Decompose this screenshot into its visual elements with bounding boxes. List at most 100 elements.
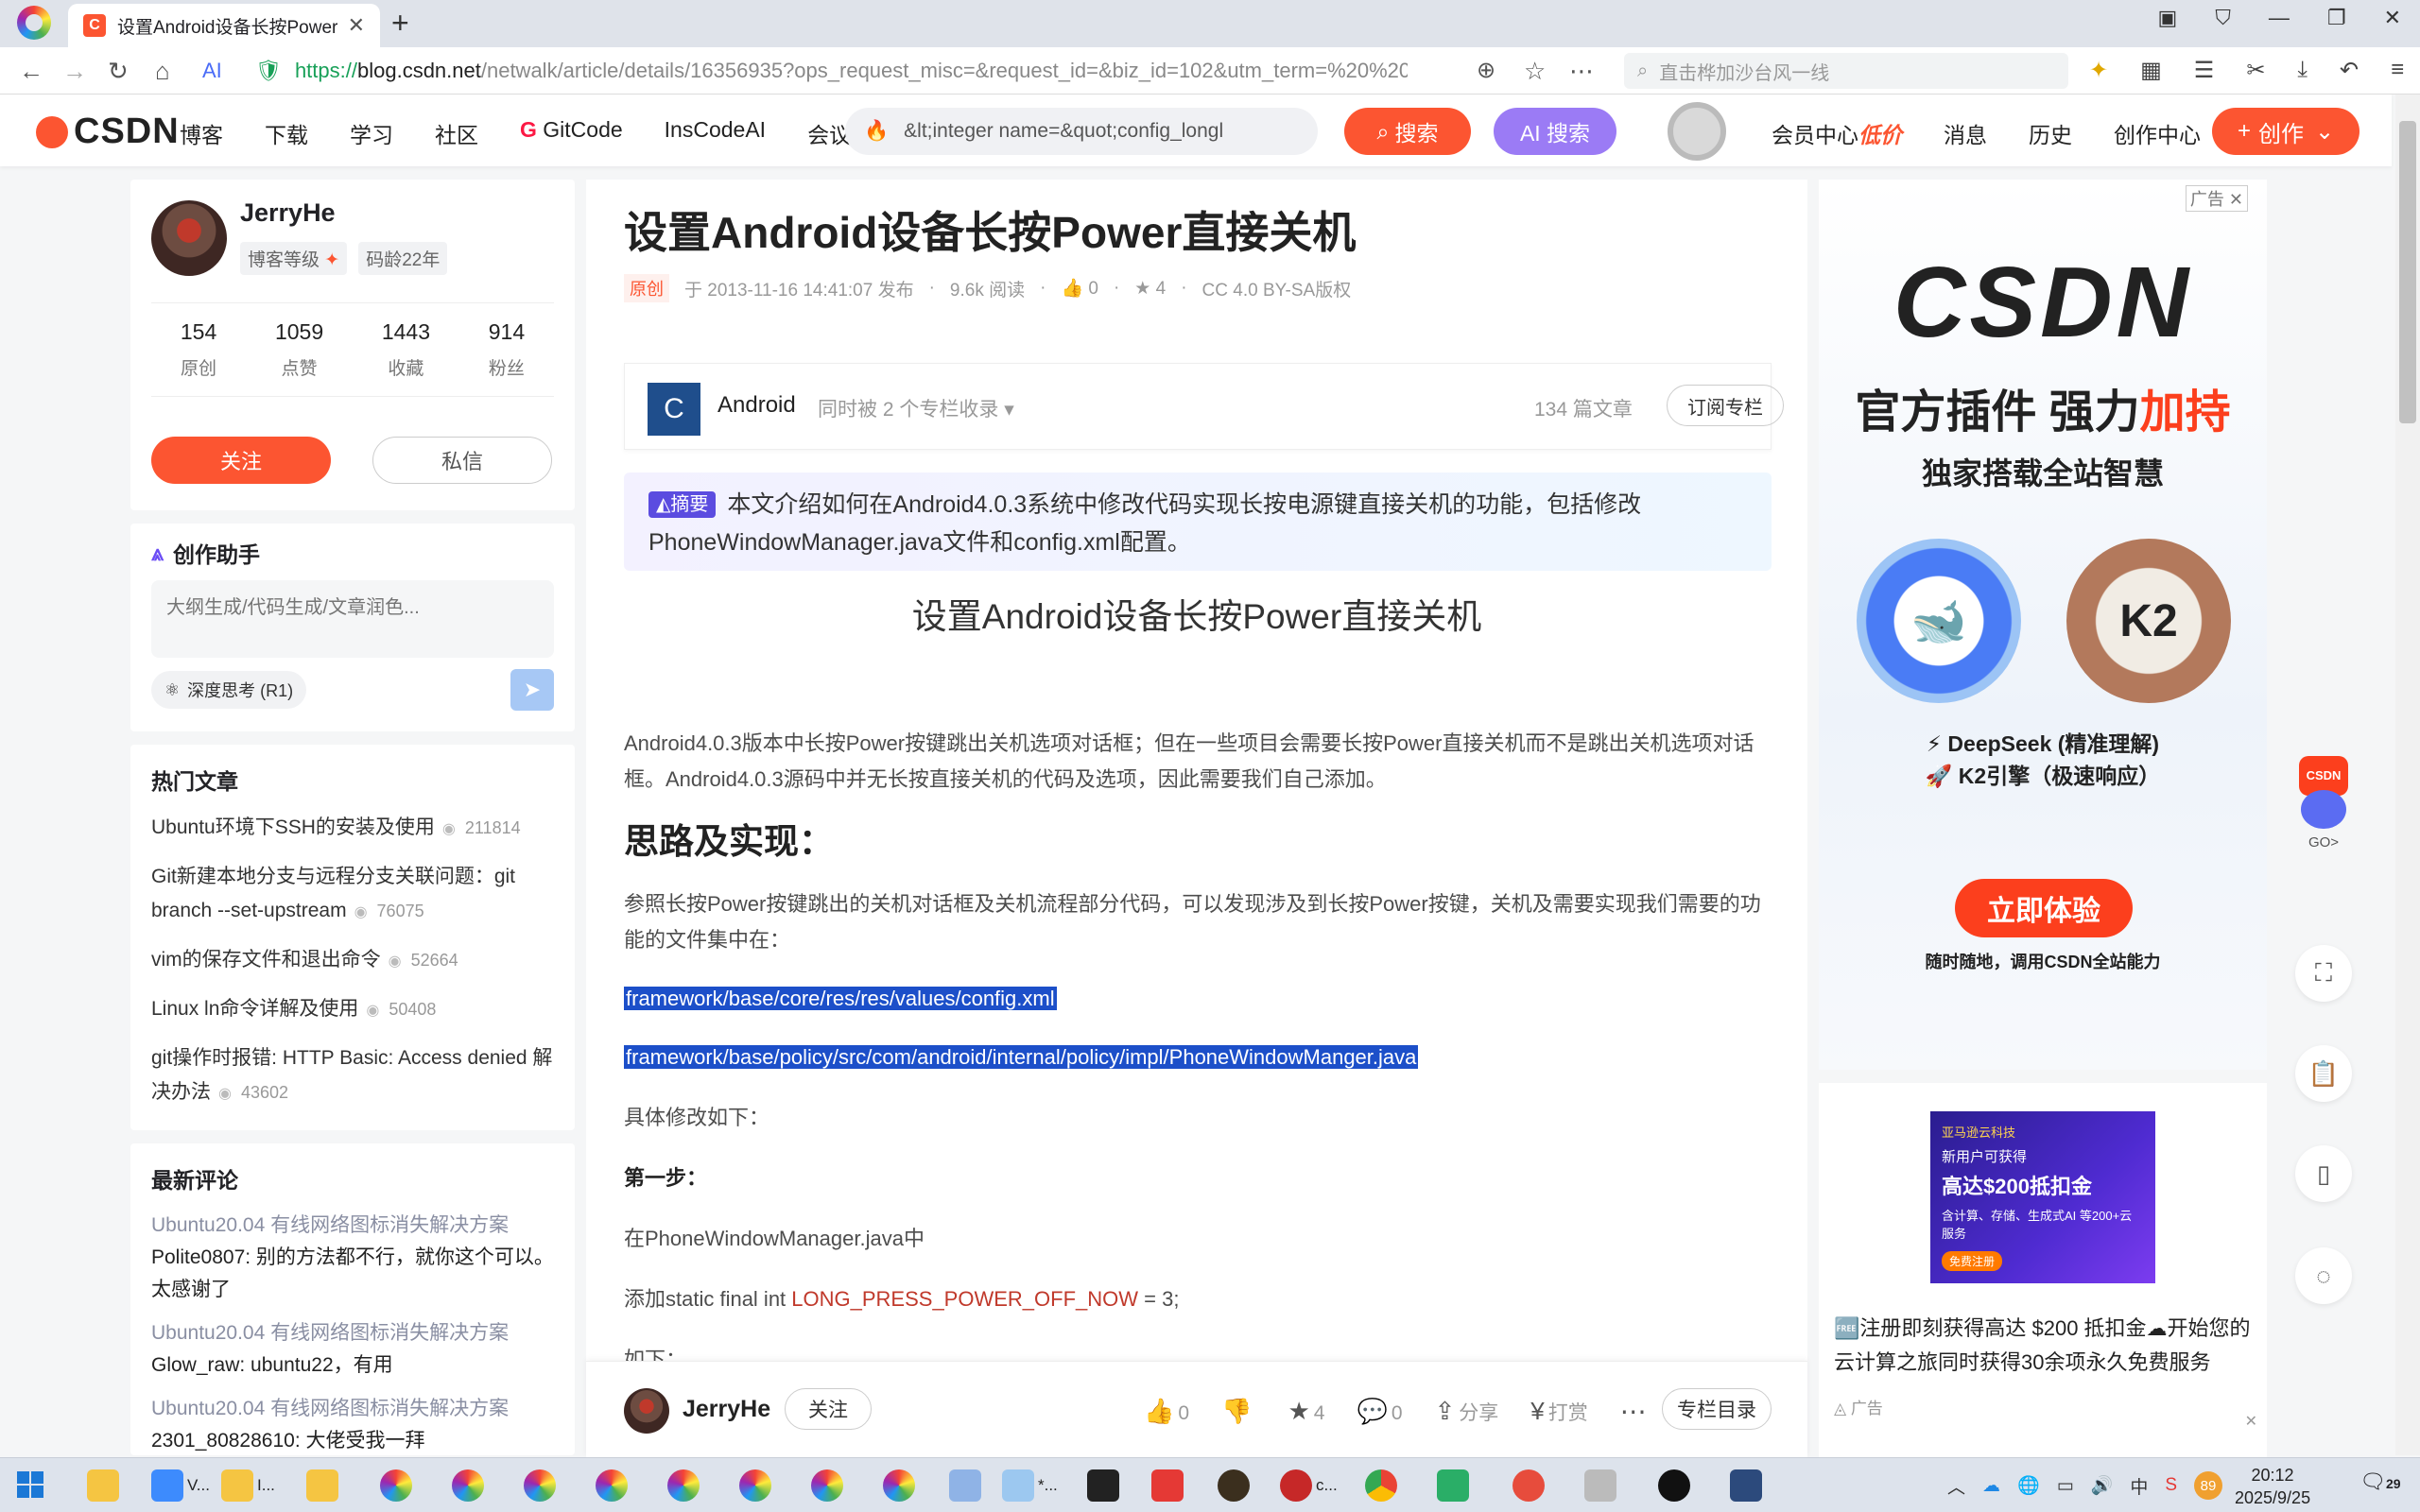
close-window-icon[interactable]: ✕ [2384, 6, 2401, 30]
taskbar-app-v[interactable]: V... [151, 1468, 210, 1503]
page-scrollbar[interactable] [2395, 94, 2420, 1455]
create-button[interactable]: + 创作 ⌄ [2212, 108, 2360, 155]
taskbar-browser-7[interactable] [811, 1468, 843, 1503]
browser-search-box[interactable]: ⌕ 直击桦加沙台风一线 [1624, 53, 2068, 89]
like-button[interactable]: 👍 0 [1144, 1397, 1189, 1426]
tray-ime-icon[interactable]: 中 [2130, 1473, 2148, 1499]
author-name-small[interactable]: JerryHe [683, 1396, 770, 1423]
column-name[interactable]: Android [717, 392, 796, 419]
notification-center[interactable]: 🗨29 [2360, 1469, 2401, 1494]
link-creator-center[interactable]: 创作中心 [2114, 117, 2201, 149]
taskbar-wps[interactable] [1151, 1468, 1184, 1503]
bookmark-star-icon[interactable]: ☆ [1524, 57, 1546, 86]
taskbar-folder-icon[interactable] [87, 1468, 119, 1503]
taskbar-terminal[interactable] [1087, 1468, 1119, 1503]
tray-cloud-icon[interactable]: ☁ [1982, 1475, 2000, 1497]
favorite-button[interactable]: ★ 4 [1288, 1397, 1324, 1426]
feedback-chat-icon[interactable]: ◌ [2295, 1247, 2352, 1304]
taskbar-app-swirl[interactable] [1512, 1468, 1545, 1503]
taskbar-chrome[interactable] [1365, 1468, 1397, 1503]
column-toc-button[interactable]: 专栏目录 [1662, 1388, 1772, 1430]
fullscreen-icon[interactable]: ⛶ [2295, 945, 2352, 1002]
taskbar-notepad[interactable]: *... [1002, 1468, 1058, 1503]
menu-icon[interactable]: ≡ [2391, 57, 2404, 84]
taskbar-qq[interactable] [1658, 1468, 1690, 1503]
author-avatar-small[interactable] [624, 1388, 669, 1434]
column-icon[interactable]: C [648, 383, 700, 436]
send-button[interactable]: ➤ [510, 669, 554, 711]
reload-icon[interactable]: ↻ [108, 57, 129, 86]
menu-inscodeai[interactable]: InsCodeAI [665, 117, 766, 149]
taskbar-browser-3[interactable] [524, 1468, 556, 1503]
taskbar-clock[interactable]: 20:12 2025/9/25 [2235, 1464, 2310, 1509]
tray-battery-icon[interactable]: ▭ [2057, 1475, 2074, 1497]
clipboard-icon[interactable]: 📋 [2295, 1045, 2352, 1102]
browser-logo-icon[interactable] [17, 6, 51, 40]
taskbar-browser-4[interactable] [596, 1468, 628, 1503]
scrollbar-thumb[interactable] [2399, 121, 2416, 423]
subscribe-column-button[interactable]: 订阅专栏 [1667, 385, 1784, 426]
zoom-icon[interactable]: ⊕ [1477, 57, 1495, 84]
stat-fans[interactable]: 914 粉丝 [489, 319, 525, 380]
csdn-logo[interactable]: CSDN [36, 112, 180, 152]
list-item[interactable]: Ubuntu环境下SSH的安装及使用 ◉ 211814 [151, 811, 558, 847]
taskbar-app-box[interactable] [1730, 1468, 1762, 1503]
license[interactable]: CC 4.0 BY-SA版权 [1202, 276, 1352, 301]
list-item[interactable]: git操作时报错: HTTP Basic: Access denied 解决办法… [151, 1041, 558, 1111]
new-tab-icon[interactable]: + [391, 6, 409, 41]
taskbar-app-c[interactable]: c... [1280, 1468, 1338, 1503]
assistant-input[interactable] [151, 580, 554, 658]
list-item[interactable]: vim的保存文件和退出命令 ◉ 52664 [151, 943, 558, 979]
home-icon[interactable]: ⌂ [155, 57, 170, 86]
taskbar-browser-5[interactable] [667, 1468, 700, 1503]
mobile-icon[interactable]: ▯ [2295, 1145, 2352, 1202]
download-icon[interactable]: ⤓ [2297, 57, 2308, 84]
more-icon[interactable]: ⋯ [1569, 57, 1594, 86]
ad-aws-image[interactable]: 亚马逊云科技 新用户可获得 高达$200抵扣金 含计算、存储、生成式AI 等20… [1930, 1111, 2155, 1283]
ad-try-now-button[interactable]: 立即体验 [1955, 879, 2133, 937]
list-item[interactable]: Linux ln命令详解及使用 ◉ 50408 [151, 992, 558, 1028]
back-icon[interactable]: ← [19, 57, 43, 86]
menu-download[interactable]: 下载 [265, 117, 308, 149]
tray-expand-icon[interactable]: ︿ [1947, 1473, 1965, 1499]
windows-start-icon[interactable] [17, 1471, 43, 1498]
deep-think-toggle[interactable]: ⚛ 深度思考 (R1) [151, 671, 307, 709]
ad-aws-card[interactable]: 亚马逊云科技 新用户可获得 高达$200抵扣金 含计算、存储、生成式AI 等20… [1819, 1083, 2267, 1457]
menu-learn[interactable]: 学习 [350, 117, 393, 149]
tray-battery-badge[interactable]: 89 [2194, 1471, 2223, 1500]
float-csdn-assistant[interactable]: CSDN GO> [2295, 756, 2352, 850]
favorites-icon[interactable]: ☰ [2194, 57, 2215, 84]
taskbar-browser-6[interactable] [739, 1468, 771, 1503]
tray-globe-icon[interactable]: 🌐 [2017, 1474, 2040, 1497]
tray-volume-icon[interactable]: 🔊 [2091, 1474, 2114, 1497]
follow-button-small[interactable]: 关注 [785, 1388, 872, 1430]
tab-list-icon[interactable]: ▣ [2158, 6, 2178, 30]
site-search-input[interactable]: 🔥 &lt;integer name=&quot;config_longl [845, 108, 1318, 155]
stat-original[interactable]: 154 原创 [181, 319, 216, 380]
reward-button[interactable]: ¥ 打赏 [1530, 1397, 1587, 1426]
taskbar-browser-1[interactable] [380, 1468, 412, 1503]
more-actions-icon[interactable]: ⋯ [1620, 1396, 1647, 1427]
taskbar-browser-2[interactable] [452, 1468, 484, 1503]
link-history[interactable]: 历史 [2029, 117, 2072, 149]
comment-button[interactable]: 💬 0 [1357, 1397, 1402, 1426]
list-item[interactable]: Ubuntu20.04 有线网络图标消失解决方案 2301_80828610: 大… [151, 1393, 558, 1455]
taskbar-tools[interactable] [1584, 1468, 1616, 1503]
ad-label[interactable]: 广告 ✕ [2185, 185, 2248, 212]
dislike-button[interactable]: 👎 [1221, 1397, 1255, 1426]
share-button[interactable]: ⇪ 分享 [1435, 1397, 1499, 1426]
taskbar-folder-2[interactable] [306, 1468, 338, 1503]
apps-grid-icon[interactable]: ▦ [2140, 57, 2162, 84]
scissors-icon[interactable]: ✂ [2246, 57, 2265, 84]
extension-icon[interactable]: ✦ [2089, 57, 2108, 84]
search-button[interactable]: ⌕ 搜索 [1344, 108, 1471, 155]
meta-like[interactable]: 👍 0 [1061, 277, 1098, 300]
list-item[interactable]: Ubuntu20.04 有线网络图标消失解决方案 Polite0807: 别的方法… [151, 1210, 558, 1306]
menu-gitcode[interactable]: G GitCode [520, 117, 623, 149]
ad-close-icon[interactable]: ✕ [2245, 1412, 2257, 1431]
ai-icon[interactable]: AI [202, 59, 222, 83]
author-avatar[interactable] [151, 200, 227, 276]
taskbar-paint[interactable] [949, 1468, 981, 1503]
menu-blog[interactable]: 博客 [180, 117, 223, 149]
shirt-icon[interactable]: ⛉ [2215, 6, 2231, 30]
